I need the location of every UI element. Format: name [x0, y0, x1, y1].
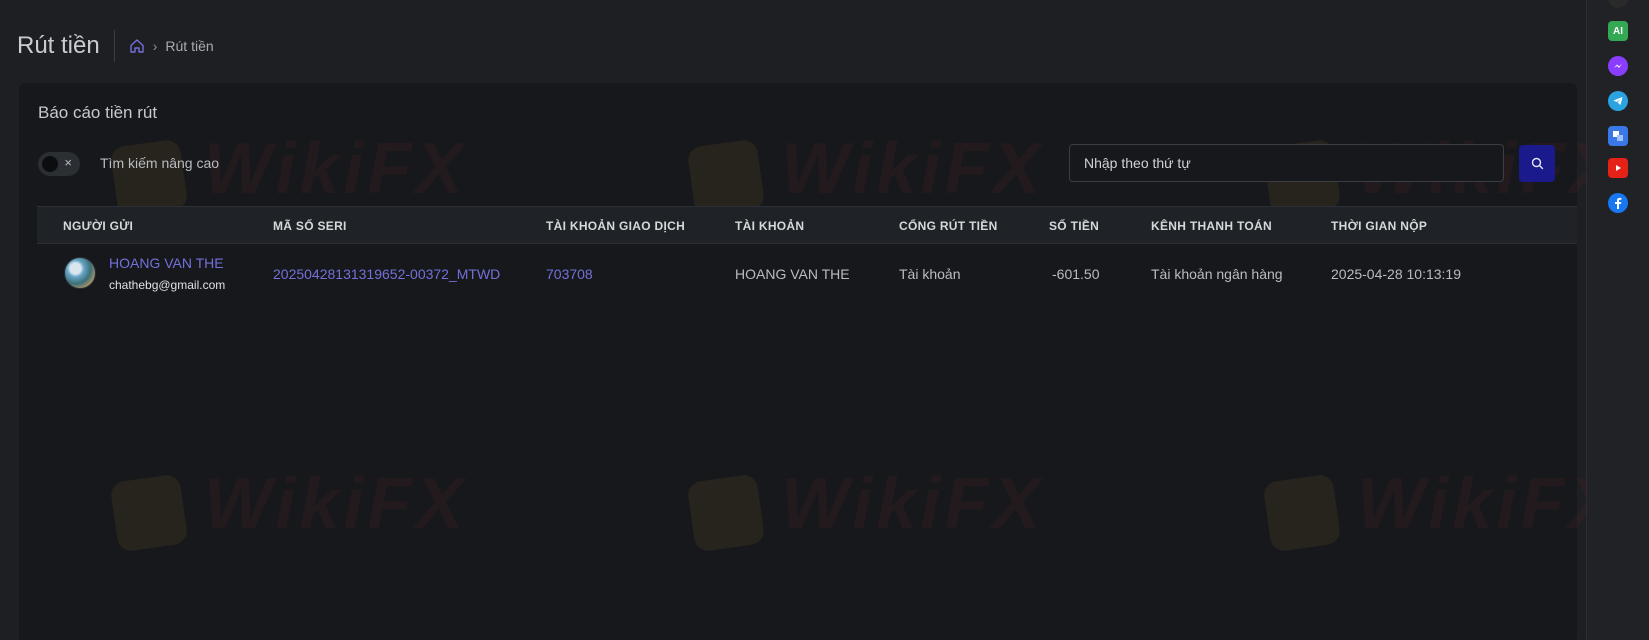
watermark-text: WikiFX	[204, 129, 468, 209]
account-cell: HOANG VAN THE	[735, 266, 850, 282]
breadcrumb: › Rút tiền	[129, 38, 214, 54]
home-icon[interactable]	[129, 38, 145, 54]
column-header-gateway: CỔNG RÚT TIỀN	[899, 219, 998, 233]
column-header-channel: KÊNH THANH TOÁN	[1151, 219, 1272, 233]
card-title: Báo cáo tiền rút	[38, 103, 158, 122]
search-button[interactable]	[1519, 145, 1555, 182]
column-header-sender: NGƯỜI GỬI	[63, 219, 134, 233]
avatar	[64, 257, 96, 289]
translate-icon[interactable]	[1608, 126, 1628, 146]
trading-account-link[interactable]: 703708	[546, 266, 593, 282]
watermark-text: WikiFX	[781, 464, 1045, 544]
watermark-logo-icon	[1262, 473, 1342, 553]
messenger-icon[interactable]	[1608, 56, 1628, 76]
table-header: NGƯỜI GỬI MÃ SỐ SERI TÀI KHOẢN GIAO DỊCH…	[37, 206, 1577, 244]
facebook-icon[interactable]	[1608, 193, 1628, 213]
withdrawal-report-card: WikiFX WikiFX WikiFX WikiFX WikiFX WikiF…	[19, 83, 1616, 640]
advanced-search-toggle[interactable]: ×	[38, 152, 80, 176]
telegram-icon[interactable]	[1608, 91, 1628, 111]
watermark-logo-icon	[686, 473, 766, 553]
watermark-text: WikiFX	[1357, 464, 1621, 544]
breadcrumb-current: Rút tiền	[165, 38, 214, 54]
column-header-account: TÀI KHOẢN	[735, 219, 805, 233]
channel-cell: Tài khoản ngân hàng	[1151, 266, 1283, 282]
sender-email: chathebg@gmail.com	[109, 278, 226, 292]
column-header-amount: SỐ TIỀN	[1049, 219, 1100, 233]
app-icon[interactable]	[1608, 0, 1628, 8]
column-header-trading-account: TÀI KHOẢN GIAO DỊCH	[546, 219, 686, 233]
submitted-time-cell: 2025-04-28 10:13:19	[1331, 266, 1461, 282]
close-icon: ×	[64, 155, 72, 170]
header-divider	[113, 30, 115, 62]
youtube-icon[interactable]	[1608, 158, 1628, 178]
toggle-knob	[42, 156, 58, 172]
watermark-text: WikiFX	[781, 129, 1045, 209]
right-sidebar: AI	[1586, 0, 1649, 640]
serial-link[interactable]: 20250428131319652-00372_MTWD	[273, 266, 500, 282]
table-row: HOANG VAN THE chathebg@gmail.com 2025042…	[37, 244, 1577, 304]
search-input[interactable]	[1069, 144, 1504, 182]
column-header-submitted: THỜI GIAN NỘP	[1331, 219, 1428, 233]
page-header: Rút tiền › Rút tiền	[17, 28, 214, 64]
column-header-serial: MÃ SỐ SERI	[273, 219, 347, 233]
ai-chat-icon[interactable]: AI	[1608, 21, 1628, 41]
sender-name-link[interactable]: HOANG VAN THE	[109, 255, 224, 271]
ai-icon-label: AI	[1613, 25, 1623, 37]
chevron-right-icon: ›	[152, 38, 158, 54]
search-icon	[1531, 157, 1543, 170]
page-title: Rút tiền	[17, 32, 100, 59]
watermark-logo-icon	[109, 473, 189, 553]
watermark-text: WikiFX	[204, 464, 468, 544]
advanced-search-label: Tìm kiếm nâng cao	[100, 155, 220, 171]
amount-cell: -601.50	[1052, 266, 1100, 282]
gateway-cell: Tài khoản	[899, 266, 961, 282]
